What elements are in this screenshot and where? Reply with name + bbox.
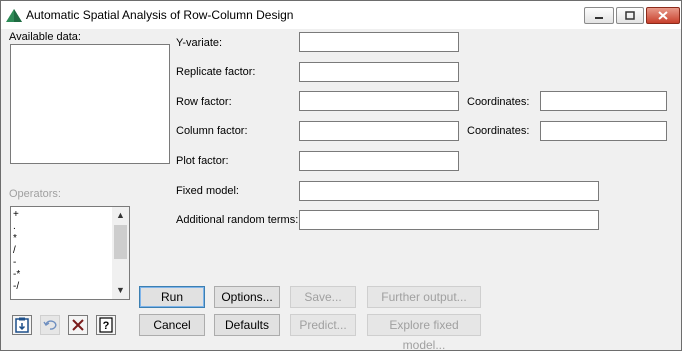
column-factor-label: Column factor: xyxy=(176,125,248,137)
operator-item[interactable]: -* xyxy=(13,269,113,281)
additional-random-terms-label: Additional random terms: xyxy=(176,214,299,226)
available-data-list[interactable] xyxy=(10,44,170,164)
save-button[interactable]: Save... xyxy=(290,286,356,308)
additional-random-terms-field[interactable] xyxy=(299,210,599,230)
fixed-model-label: Fixed model: xyxy=(176,185,239,197)
operator-item[interactable]: . xyxy=(13,221,113,233)
column-factor-field[interactable] xyxy=(299,121,459,141)
operator-item[interactable]: - xyxy=(13,257,113,269)
replicate-factor-field[interactable] xyxy=(299,62,459,82)
close-icon xyxy=(658,11,668,20)
cancel-button[interactable]: Cancel xyxy=(139,314,205,336)
explore-fixed-model-button[interactable]: Explore fixed model... xyxy=(367,314,481,352)
y-variate-label: Y-variate: xyxy=(176,37,223,49)
scroll-up-icon[interactable]: ▲ xyxy=(112,207,129,224)
defaults-button[interactable]: Defaults xyxy=(214,314,280,336)
help-button[interactable]: ? xyxy=(96,315,116,335)
genstat-app-icon xyxy=(5,7,23,23)
maximize-button[interactable] xyxy=(616,7,644,24)
operators-list[interactable]: + . * / - -* -/ ▲ ▼ xyxy=(10,206,130,300)
window-title: Automatic Spatial Analysis of Row-Column… xyxy=(26,8,294,22)
clear-icon xyxy=(72,319,84,331)
plot-factor-field[interactable] xyxy=(299,151,459,171)
plot-factor-label: Plot factor: xyxy=(176,155,229,167)
clear-button[interactable] xyxy=(68,315,88,335)
scroll-thumb[interactable] xyxy=(114,225,127,259)
row-factor-label: Row factor: xyxy=(176,96,232,108)
y-variate-field[interactable] xyxy=(299,32,459,52)
operator-item[interactable]: + xyxy=(13,209,113,221)
title-bar: Automatic Spatial Analysis of Row-Column… xyxy=(1,1,681,29)
maximize-icon xyxy=(625,11,635,20)
operator-item[interactable]: / xyxy=(13,245,113,257)
column-coordinates-field[interactable] xyxy=(540,121,667,141)
available-data-label: Available data: xyxy=(9,31,81,43)
predict-button[interactable]: Predict... xyxy=(290,314,356,336)
svg-text:?: ? xyxy=(103,320,110,332)
dialog-window: Automatic Spatial Analysis of Row-Column… xyxy=(0,0,682,352)
minimize-button[interactable] xyxy=(584,7,614,24)
paste-button[interactable] xyxy=(12,315,32,335)
column-coordinates-label: Coordinates: xyxy=(467,125,530,137)
undo-icon xyxy=(43,320,57,330)
operator-item[interactable]: -/ xyxy=(13,281,113,293)
row-coordinates-label: Coordinates: xyxy=(467,96,530,108)
row-coordinates-field[interactable] xyxy=(540,91,667,111)
replicate-factor-label: Replicate factor: xyxy=(176,66,256,78)
minimize-icon xyxy=(595,17,603,19)
operator-item[interactable]: * xyxy=(13,233,113,245)
run-button[interactable]: Run xyxy=(139,286,205,308)
close-button[interactable] xyxy=(646,7,680,24)
further-output-button[interactable]: Further output... xyxy=(367,286,481,308)
operators-label: Operators: xyxy=(9,188,61,200)
scroll-down-icon[interactable]: ▼ xyxy=(112,282,129,299)
operators-scrollbar[interactable]: ▲ ▼ xyxy=(112,207,129,299)
options-button[interactable]: Options... xyxy=(214,286,280,308)
row-factor-field[interactable] xyxy=(299,91,459,111)
paste-icon xyxy=(15,317,29,333)
undo-button[interactable] xyxy=(40,315,60,335)
fixed-model-field[interactable] xyxy=(299,181,599,201)
help-icon: ? xyxy=(99,317,113,333)
